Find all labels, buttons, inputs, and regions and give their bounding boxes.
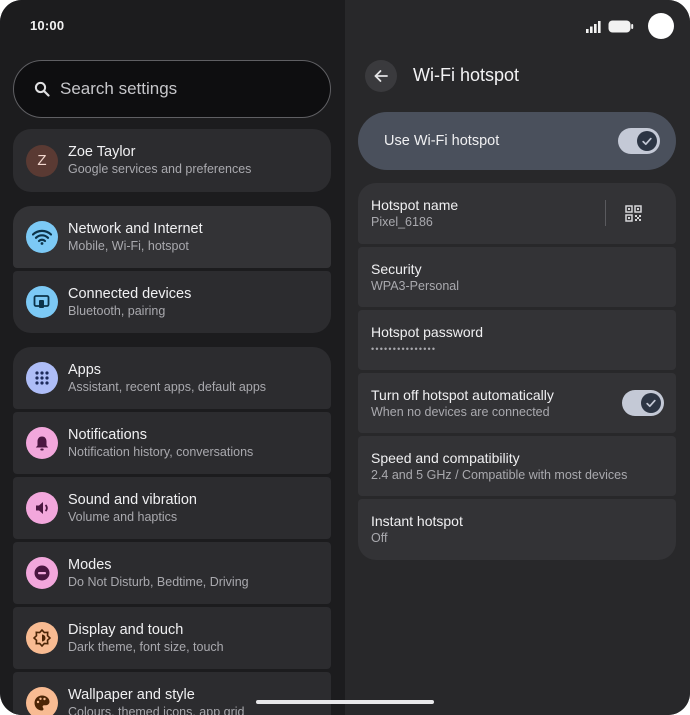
- sidebar-item-network[interactable]: Network and Internet Mobile, Wi-Fi, hots…: [13, 206, 331, 268]
- search-input[interactable]: Search settings: [13, 60, 331, 118]
- avatar: Z: [26, 144, 58, 177]
- camera-cutout: [648, 13, 674, 39]
- password-mask: •••••••••••••••: [371, 343, 437, 354]
- status-time: 10:00: [30, 18, 65, 33]
- device-frame: 10:00 Search settings Z Zoe Taylor Googl…: [0, 0, 690, 715]
- use-hotspot-label: Use Wi-Fi hotspot: [384, 133, 500, 149]
- security-row[interactable]: Security WPA3-Personal: [358, 247, 676, 307]
- sidebar-item-wallpaper[interactable]: Wallpaper and style Colours, themed icon…: [13, 672, 331, 715]
- page-title: Wi-Fi hotspot: [413, 65, 520, 85]
- sidebar-item-display[interactable]: Display and touch Dark theme, font size,…: [13, 607, 331, 669]
- security-value: WPA3-Personal: [371, 278, 459, 293]
- devices-icon: [26, 286, 58, 318]
- divider: [605, 200, 606, 226]
- sidebar-item-connected-devices[interactable]: Connected devices Bluetooth, pairing: [13, 271, 331, 333]
- sidebar-item-sound[interactable]: Sound and vibration Volume and haptics: [13, 477, 331, 539]
- auto-off-switch[interactable]: [622, 390, 664, 416]
- back-button[interactable]: [365, 60, 397, 92]
- hotspot-password-row[interactable]: Hotspot password •••••••••••••••: [358, 310, 676, 370]
- sidebar-item-apps[interactable]: Apps Assistant, recent apps, default app…: [13, 347, 331, 409]
- check-icon: [641, 393, 661, 413]
- palette-icon: [26, 687, 58, 715]
- check-icon: [637, 131, 657, 151]
- bell-icon: [26, 427, 58, 459]
- use-hotspot-switch[interactable]: [618, 128, 660, 154]
- sidebar-item-notifications[interactable]: Notifications Notification history, conv…: [13, 412, 331, 474]
- home-indicator[interactable]: [256, 700, 434, 704]
- instant-hotspot-row[interactable]: Instant hotspot Off: [358, 499, 676, 560]
- use-hotspot-toggle-row[interactable]: Use Wi-Fi hotspot: [358, 112, 676, 170]
- qr-code-icon[interactable]: [625, 205, 642, 227]
- apps-grid-icon: [26, 362, 58, 394]
- battery-icon: [608, 20, 634, 33]
- status-icons: [586, 20, 634, 33]
- speed-compat-row[interactable]: Speed and compatibility 2.4 and 5 GHz / …: [358, 436, 676, 496]
- speaker-icon: [26, 492, 58, 524]
- search-icon: [34, 81, 50, 97]
- account-card[interactable]: Z Zoe Taylor Google services and prefere…: [13, 129, 331, 192]
- minus-circle-icon: [26, 557, 58, 589]
- arrow-left-icon: [374, 70, 388, 82]
- account-subtitle: Google services and preferences: [68, 162, 252, 176]
- wifi-icon: [26, 221, 58, 253]
- sidebar-item-modes[interactable]: Modes Do Not Disturb, Bedtime, Driving: [13, 542, 331, 604]
- search-placeholder: Search settings: [60, 79, 178, 98]
- signal-icon: [586, 20, 601, 33]
- account-name: Zoe Taylor: [68, 144, 136, 160]
- brightness-icon: [26, 622, 58, 654]
